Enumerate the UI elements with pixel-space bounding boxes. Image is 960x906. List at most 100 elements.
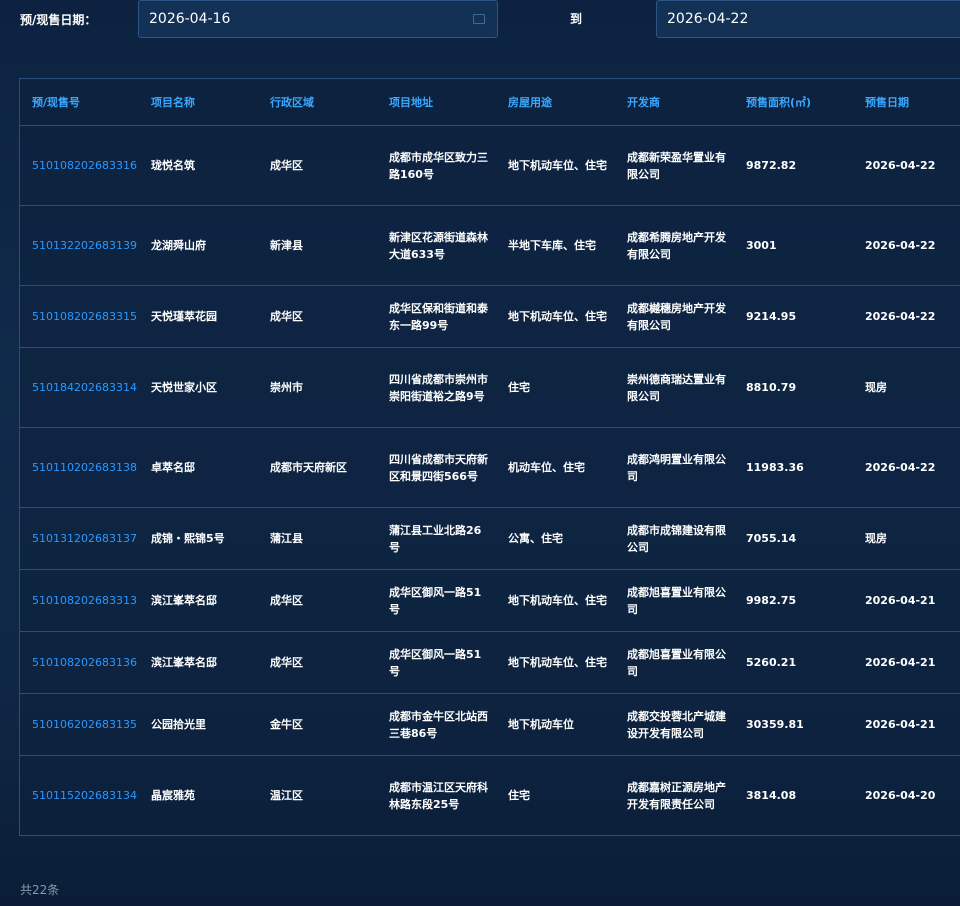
project-address: 成华区御风一路51号 — [377, 631, 496, 694]
presale-area: 5260.21 — [734, 631, 853, 694]
house-usage: 地下机动车位 — [496, 693, 615, 756]
sale-number-link[interactable]: 510115202683134 — [20, 755, 139, 836]
project-address: 成都市金牛区北站西三巷86号 — [377, 693, 496, 756]
district: 成华区 — [258, 285, 377, 348]
house-usage: 地下机动车位、住宅 — [496, 569, 615, 632]
project-name: 滨江峯萃名邸 — [139, 569, 258, 632]
project-name: 滨江峯萃名邸 — [139, 631, 258, 694]
developer: 成都交投蓉北产城建设开发有限公司 — [615, 693, 734, 756]
developer: 成都旭喜置业有限公司 — [615, 631, 734, 694]
presale-date: 2026-04-20 — [853, 755, 960, 836]
developer: 成都嘉树正源房地产开发有限责任公司 — [615, 755, 734, 836]
presale-date: 2026-04-22 — [853, 285, 960, 348]
table-row: 510115202683134 晶宸雅苑 温江区 成都市温江区天府科林路东段25… — [20, 755, 960, 836]
presale-area: 8810.79 — [734, 347, 853, 428]
sale-number-link[interactable]: 510184202683314 — [20, 347, 139, 428]
house-usage: 机动车位、住宅 — [496, 427, 615, 508]
col-header: 项目地址 — [377, 79, 496, 126]
presale-date: 2026-04-21 — [853, 631, 960, 694]
district: 金牛区 — [258, 693, 377, 756]
end-date-value: 2026-04-22 — [667, 11, 749, 27]
presale-area: 9214.95 — [734, 285, 853, 348]
developer: 成都鸿明置业有限公司 — [615, 427, 734, 508]
table-row: 510108202683315 天悦瑾萃花园 成华区 成华区保和街道和泰东一路9… — [20, 285, 960, 348]
district: 成华区 — [258, 125, 377, 206]
start-date-value: 2026-04-16 — [149, 11, 231, 27]
district: 成华区 — [258, 631, 377, 694]
start-date-input[interactable]: 2026-04-16 — [138, 0, 498, 38]
table-row: 510108202683316 珑悦名筑 成华区 成都市成华区致力三路160号 … — [20, 125, 960, 206]
col-header: 房屋用途 — [496, 79, 615, 126]
district: 温江区 — [258, 755, 377, 836]
sale-number-link[interactable]: 510108202683313 — [20, 569, 139, 632]
project-address: 四川省成都市天府新区和景四街566号 — [377, 427, 496, 508]
presale-area: 9872.82 — [734, 125, 853, 206]
calendar-icon[interactable] — [473, 14, 485, 24]
table-row: 510108202683313 滨江峯萃名邸 成华区 成华区御风一路51号 地下… — [20, 569, 960, 632]
presale-date: 2026-04-21 — [853, 569, 960, 632]
project-address: 成华区御风一路51号 — [377, 569, 496, 632]
project-name: 卓萃名邸 — [139, 427, 258, 508]
sale-number-link[interactable]: 510108202683136 — [20, 631, 139, 694]
presale-area: 3814.08 — [734, 755, 853, 836]
developer: 成都希腾房地产开发有限公司 — [615, 205, 734, 286]
developer: 成都市成锦建设有限公司 — [615, 507, 734, 570]
table-row: 510131202683137 成锦・熙锦5号 蒲江县 蒲江县工业北路26号 公… — [20, 507, 960, 570]
project-address: 成都市温江区天府科林路东段25号 — [377, 755, 496, 836]
presale-date: 2026-04-22 — [853, 205, 960, 286]
project-name: 晶宸雅苑 — [139, 755, 258, 836]
presale-date: 现房 — [853, 347, 960, 428]
table-row: 510184202683314 天悦世家小区 崇州市 四川省成都市崇州市崇阳街道… — [20, 347, 960, 428]
col-header: 预售面积(㎡) — [734, 79, 853, 126]
col-header: 预售日期 — [853, 79, 960, 126]
presale-date: 2026-04-22 — [853, 125, 960, 206]
house-usage: 半地下车库、住宅 — [496, 205, 615, 286]
presale-date: 2026-04-21 — [853, 693, 960, 756]
sale-date-label: 预/现售日期： — [20, 13, 97, 27]
presale-table: 预/现售号 项目名称 行政区域 项目地址 房屋用途 开发商 预售面积(㎡) 预售… — [20, 79, 960, 836]
date-separator: 到 — [570, 12, 583, 26]
sale-number-link[interactable]: 510110202683138 — [20, 427, 139, 508]
district: 成华区 — [258, 569, 377, 632]
district: 蒲江县 — [258, 507, 377, 570]
developer: 成都旭喜置业有限公司 — [615, 569, 734, 632]
project-name: 天悦瑾萃花园 — [139, 285, 258, 348]
district: 新津县 — [258, 205, 377, 286]
presale-date: 2026-04-22 — [853, 427, 960, 508]
table-row: 510132202683139 龙湖舜山府 新津县 新津区花源街道森林大道633… — [20, 205, 960, 286]
house-usage: 住宅 — [496, 347, 615, 428]
sale-number-link[interactable]: 510106202683135 — [20, 693, 139, 756]
project-address: 成都市成华区致力三路160号 — [377, 125, 496, 206]
presale-area: 3001 — [734, 205, 853, 286]
district: 崇州市 — [258, 347, 377, 428]
presale-area: 11983.36 — [734, 427, 853, 508]
table-row: 510106202683135 公园拾光里 金牛区 成都市金牛区北站西三巷86号… — [20, 693, 960, 756]
col-header: 开发商 — [615, 79, 734, 126]
sale-number-link[interactable]: 510108202683315 — [20, 285, 139, 348]
project-name: 龙湖舜山府 — [139, 205, 258, 286]
house-usage: 地下机动车位、住宅 — [496, 125, 615, 206]
presale-area: 30359.81 — [734, 693, 853, 756]
sales-table-container: 预/现售号 项目名称 行政区域 项目地址 房屋用途 开发商 预售面积(㎡) 预售… — [19, 78, 960, 836]
developer: 崇州德商瑞达置业有限公司 — [615, 347, 734, 428]
developer: 成都樾穗房地产开发有限公司 — [615, 285, 734, 348]
presale-area: 9982.75 — [734, 569, 853, 632]
district: 成都市天府新区 — [258, 427, 377, 508]
house-usage: 地下机动车位、住宅 — [496, 631, 615, 694]
project-name: 珑悦名筑 — [139, 125, 258, 206]
sale-number-link[interactable]: 510108202683316 — [20, 125, 139, 206]
col-header: 行政区域 — [258, 79, 377, 126]
end-date-input[interactable]: 2026-04-22 — [656, 0, 960, 38]
project-address: 蒲江县工业北路26号 — [377, 507, 496, 570]
project-name: 成锦・熙锦5号 — [139, 507, 258, 570]
presale-date: 现房 — [853, 507, 960, 570]
house-usage: 公寓、住宅 — [496, 507, 615, 570]
sale-number-link[interactable]: 510132202683139 — [20, 205, 139, 286]
table-row: 510110202683138 卓萃名邸 成都市天府新区 四川省成都市天府新区和… — [20, 427, 960, 508]
presale-area: 7055.14 — [734, 507, 853, 570]
table-row: 510108202683136 滨江峯萃名邸 成华区 成华区御风一路51号 地下… — [20, 631, 960, 694]
sale-number-link[interactable]: 510131202683137 — [20, 507, 139, 570]
project-name: 天悦世家小区 — [139, 347, 258, 428]
project-address: 四川省成都市崇州市崇阳街道裕之路9号 — [377, 347, 496, 428]
table-header-row: 预/现售号 项目名称 行政区域 项目地址 房屋用途 开发商 预售面积(㎡) 预售… — [20, 79, 960, 126]
